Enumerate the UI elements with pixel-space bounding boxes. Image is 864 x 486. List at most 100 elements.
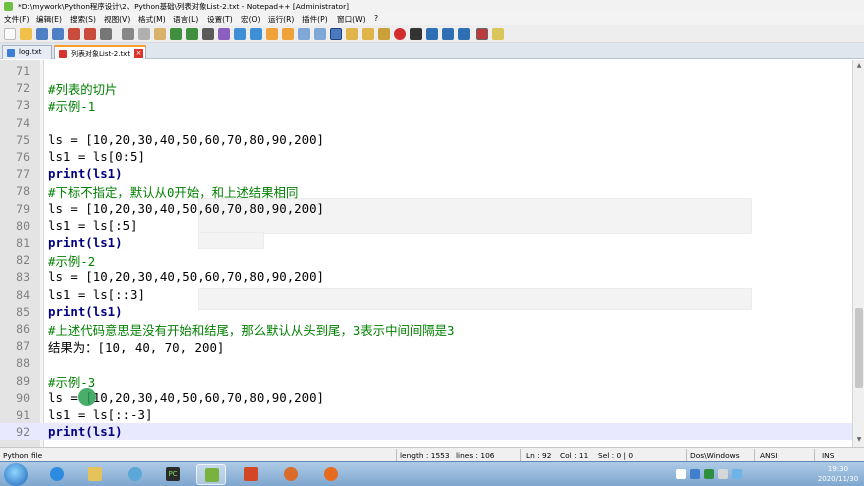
tray-expand-icon[interactable] — [676, 469, 686, 479]
open-file-icon[interactable] — [20, 28, 32, 40]
code-line[interactable]: 76 ls1 = ls[0:5] — [0, 148, 852, 165]
code-line[interactable]: 74 — [0, 114, 852, 131]
tab-log-txt[interactable]: log.txt — [2, 45, 52, 59]
scroll-down-icon[interactable]: ▼ — [855, 436, 863, 444]
taskbar-app-pycharm[interactable]: PC — [158, 464, 188, 485]
function-list-icon[interactable] — [378, 28, 390, 40]
menu-search[interactable]: 搜索(S) — [70, 14, 96, 25]
sync-v-icon[interactable] — [266, 28, 278, 40]
code-line[interactable]: 90 ls = [10,20,30,40,50,60,70,80,90,200] — [0, 389, 852, 406]
tray-security-icon[interactable] — [704, 469, 714, 479]
new-file-icon[interactable] — [4, 28, 16, 40]
close-tab-icon[interactable]: × — [134, 49, 143, 58]
code-line[interactable]: 92 print(ls1) — [0, 423, 852, 441]
print-icon[interactable] — [100, 28, 112, 40]
clock[interactable]: 19:30 2020/11/30 — [812, 464, 864, 484]
code-line[interactable]: 79 ls = [10,20,30,40,50,60,70,80,90,200] — [0, 200, 852, 217]
save-all-icon[interactable] — [52, 28, 64, 40]
run-macro-multiple-icon[interactable] — [442, 28, 454, 40]
code-text[interactable]: print(ls1) — [48, 166, 123, 181]
code-text[interactable]: ls1 = ls[:5] — [48, 218, 138, 233]
play-macro-icon[interactable] — [426, 28, 438, 40]
taskbar-app-7[interactable] — [276, 464, 306, 485]
menu-window[interactable]: 窗口(W) — [337, 14, 366, 25]
close-file-icon[interactable] — [68, 28, 80, 40]
code-line[interactable]: 83 ls = [10,20,30,40,50,60,70,80,90,200] — [0, 268, 852, 285]
code-line[interactable]: 72 #列表的切片 — [0, 79, 852, 97]
code-text[interactable]: ls = [10,20,30,40,50,60,70,80,90,200] — [48, 269, 324, 284]
show-all-chars-icon[interactable] — [314, 28, 326, 40]
taskbar-app-explorer[interactable] — [80, 464, 110, 485]
sync-h-icon[interactable] — [282, 28, 294, 40]
replace-icon[interactable] — [218, 28, 230, 40]
menu-edit[interactable]: 编辑(E) — [36, 14, 62, 25]
code-text[interactable]: print(ls1) — [48, 235, 123, 250]
word-wrap-icon[interactable] — [298, 28, 310, 40]
menu-language[interactable]: 语言(L) — [173, 14, 198, 25]
code-line[interactable]: 80 ls1 = ls[:5] — [0, 217, 852, 234]
code-line[interactable]: 87 结果为：[10, 40, 70, 200] — [0, 337, 852, 355]
zoom-in-icon[interactable] — [234, 28, 246, 40]
menu-format[interactable]: 格式(M) — [138, 14, 166, 25]
close-all-icon[interactable] — [84, 28, 96, 40]
tray-network-icon[interactable] — [718, 469, 728, 479]
code-line[interactable]: 71 — [0, 62, 852, 79]
code-text[interactable]: ls1 = ls[::3] — [48, 287, 145, 302]
code-text[interactable]: print(ls1) — [48, 424, 123, 439]
indent-guide-icon[interactable] — [330, 28, 342, 40]
taskbar-app-notepad-plus-plus[interactable] — [196, 464, 226, 485]
code-text[interactable]: print(ls1) — [48, 304, 123, 319]
taskbar-app-powerpoint[interactable] — [236, 464, 266, 485]
copy-icon[interactable] — [138, 28, 150, 40]
cut-icon[interactable] — [122, 28, 134, 40]
taskbar-app-3[interactable] — [120, 464, 150, 485]
menu-file[interactable]: 文件(F) — [4, 14, 29, 25]
code-line[interactable]: 81 print(ls1) — [0, 234, 852, 251]
code-line[interactable]: 77 print(ls1) — [0, 165, 852, 182]
record-macro-icon[interactable] — [394, 28, 406, 40]
code-line[interactable]: 91 ls1 = ls[::-3] — [0, 406, 852, 423]
doc-map-icon[interactable] — [362, 28, 374, 40]
code-line[interactable]: 73 #示例-1 — [0, 96, 852, 114]
undo-icon[interactable] — [170, 28, 182, 40]
scroll-thumb[interactable] — [855, 308, 863, 388]
code-line[interactable]: 86 #上述代码意思是没有开始和结尾，那么默认从头到尾，3表示中间间隔是3 — [0, 320, 852, 338]
taskbar-app-ie[interactable] — [42, 464, 72, 485]
menu-macro[interactable]: 宏(O) — [241, 14, 261, 25]
code-text[interactable]: ls1 = ls[::-3] — [48, 407, 152, 422]
paste-icon[interactable] — [154, 28, 166, 40]
save-macro-icon[interactable] — [458, 28, 470, 40]
menu-settings[interactable]: 设置(T) — [207, 14, 233, 25]
code-line[interactable]: 75 ls = [10,20,30,40,50,60,70,80,90,200] — [0, 131, 852, 148]
zoom-out-icon[interactable] — [250, 28, 262, 40]
start-button[interactable] — [4, 463, 28, 486]
tray-volume-icon[interactable] — [732, 469, 742, 479]
menu-run[interactable]: 运行(R) — [268, 14, 294, 25]
menu-plugins[interactable]: 插件(P) — [302, 14, 328, 25]
tab-list-object[interactable]: 列表对象List-2.txt × — [54, 45, 146, 59]
code-line[interactable]: 78 #下标不指定，默认从0开始，和上述结果相同 — [0, 182, 852, 200]
redo-icon[interactable] — [186, 28, 198, 40]
menu-help[interactable]: ? — [374, 14, 378, 23]
save-icon[interactable] — [36, 28, 48, 40]
code-line[interactable]: 88 — [0, 354, 852, 371]
code-line[interactable]: 82 #示例-2 — [0, 251, 852, 269]
taskbar-app-firefox[interactable] — [316, 464, 346, 485]
plugin-icon[interactable] — [492, 28, 504, 40]
code-text[interactable]: ls = [10,20,30,40,50,60,70,80,90,200] — [48, 201, 324, 216]
spell-check-icon[interactable] — [476, 28, 488, 40]
vertical-scrollbar[interactable]: ▲ ▼ — [852, 60, 864, 447]
code-line[interactable]: 84 ls1 = ls[::3] — [0, 286, 852, 303]
code-line[interactable]: 85 print(ls1) — [0, 303, 852, 320]
editor[interactable]: 71 72 #列表的切片 73 #示例-1 74 75 ls = [10,20,30,40,5… — [0, 60, 852, 447]
scroll-up-icon[interactable]: ▲ — [855, 62, 863, 70]
menu-view[interactable]: 视图(V) — [104, 14, 130, 25]
code-text[interactable]: ls1 = ls[0:5] — [48, 149, 145, 164]
tray-app-icon[interactable] — [690, 469, 700, 479]
stop-macro-icon[interactable] — [410, 28, 422, 40]
find-icon[interactable] — [202, 28, 214, 40]
code-line[interactable]: 89 #示例-3 — [0, 372, 852, 390]
folder-as-workspace-icon[interactable] — [346, 28, 358, 40]
taskbar: PC 19:30 2020/11/30 — [0, 461, 864, 486]
code-text[interactable]: ls = [10,20,30,40,50,60,70,80,90,200] — [48, 132, 324, 147]
